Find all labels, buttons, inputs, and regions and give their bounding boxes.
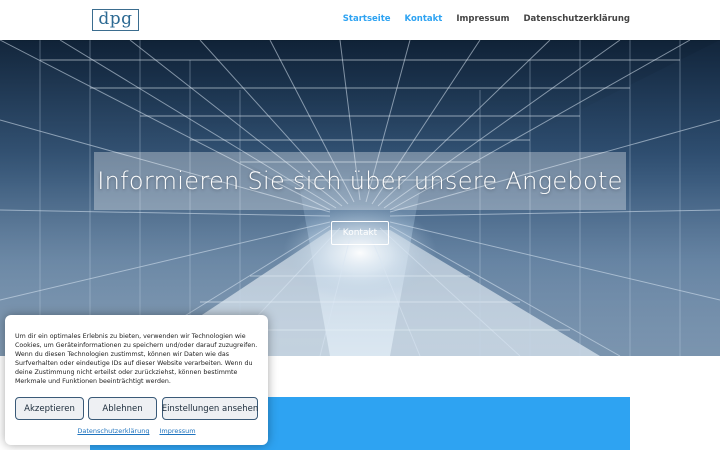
nav-item-startseite[interactable]: Startseite xyxy=(343,14,391,24)
nav-item-datenschutzerklaerung[interactable]: Datenschutzerklärung xyxy=(523,14,630,24)
nav-item-kontakt[interactable]: Kontakt xyxy=(405,14,443,24)
site-header: dpg Startseite Kontakt Impressum Datensc… xyxy=(0,0,720,40)
main-nav: Startseite Kontakt Impressum Datenschutz… xyxy=(343,14,630,24)
page: dpg Startseite Kontakt Impressum Datensc… xyxy=(0,0,720,450)
cookie-links: Datenschutzerklärung Impressum xyxy=(5,427,268,435)
hero-section: Informieren Sie sich über unsere Angebot… xyxy=(0,40,720,356)
contact-button[interactable]: Kontakt xyxy=(331,221,389,245)
logo-text: dpg xyxy=(98,8,133,29)
hero-title: Informieren Sie sich über unsere Angebot… xyxy=(97,167,623,195)
hero-title-box: Informieren Sie sich über unsere Angebot… xyxy=(94,152,626,210)
cookie-consent-text: Um dir ein optimales Erlebnis zu bieten,… xyxy=(15,333,258,385)
deny-button[interactable]: Ablehnen xyxy=(88,397,157,420)
accept-button[interactable]: Akzeptieren xyxy=(15,397,84,420)
imprint-link[interactable]: Impressum xyxy=(159,427,195,435)
privacy-policy-link[interactable]: Datenschutzerklärung xyxy=(77,427,149,435)
contact-button-label: Kontakt xyxy=(342,228,378,238)
nav-item-impressum[interactable]: Impressum xyxy=(456,14,509,24)
logo[interactable]: dpg xyxy=(92,9,139,31)
cookie-consent-banner: Um dir ein optimales Erlebnis zu bieten,… xyxy=(5,315,268,445)
view-settings-button[interactable]: Einstellungen ansehen xyxy=(162,397,258,420)
